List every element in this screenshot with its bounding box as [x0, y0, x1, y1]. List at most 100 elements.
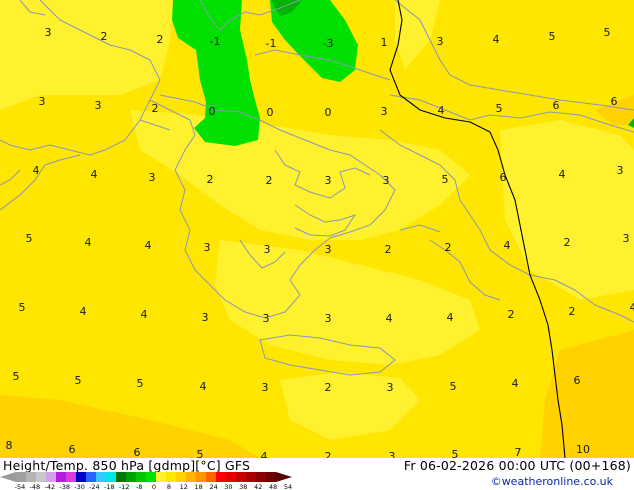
value-label: 3: [325, 243, 332, 256]
value-label: 4: [447, 311, 454, 324]
value-label: 3: [389, 450, 396, 458]
value-label: 4: [141, 308, 148, 321]
value-label: 2: [325, 381, 332, 394]
value-label: 0: [209, 105, 216, 118]
value-label: -1: [210, 35, 221, 48]
value-label: 4: [630, 301, 634, 314]
color-scale: -54 -48 -42 -38 -30 -24 -18 -12 -8 0 8 12 18 24 30 38 42…: [0, 472, 292, 490]
value-label: 2: [207, 173, 214, 186]
value-label: 2: [152, 102, 159, 115]
scale-tick-label: 30: [224, 483, 232, 490]
value-label: 5: [75, 374, 82, 387]
scale-tick-label: 48: [269, 483, 277, 490]
value-label: 3: [617, 164, 624, 177]
value-label: 2: [564, 236, 571, 249]
scale-tick-label: -30: [74, 483, 85, 490]
scale-tick-label: -12: [119, 483, 130, 490]
value-label: 6: [611, 95, 618, 108]
value-label: 2: [385, 243, 392, 256]
value-label: 3: [263, 312, 270, 325]
value-label: 2: [266, 174, 273, 187]
value-label: 4: [200, 380, 207, 393]
scale-tick-label: -54: [15, 483, 26, 490]
scale-tick-label: -48: [30, 483, 41, 490]
value-label: 3: [387, 381, 394, 394]
value-label: 4: [493, 33, 500, 46]
scale-tick-label: -38: [59, 483, 70, 490]
scale-tick-label: 42: [254, 483, 262, 490]
value-label: 5: [13, 370, 20, 383]
value-label: 5: [197, 448, 204, 458]
value-label: 2: [508, 308, 515, 321]
value-label: 8: [6, 439, 13, 452]
value-label: 4: [85, 236, 92, 249]
value-label: -1: [266, 37, 277, 50]
value-label: 3: [262, 381, 269, 394]
value-label: 5: [604, 26, 611, 39]
value-label: 3: [383, 174, 390, 187]
value-label: 6: [69, 443, 76, 456]
value-label: 3: [202, 311, 209, 324]
color-scale-ticks: -54 -48 -42 -38 -30 -24 -18 -12 -8 0 8 12 18 24 30 38 42…: [15, 483, 292, 490]
scale-tick-label: 8: [167, 483, 171, 490]
color-scale-right-arrow: [276, 472, 292, 482]
value-label: 3: [623, 232, 630, 245]
value-label: 4: [145, 239, 152, 252]
value-label: 4: [80, 305, 87, 318]
value-label: 4: [504, 239, 511, 252]
value-label: 2: [157, 33, 164, 46]
value-label: 6: [553, 99, 560, 112]
color-scale-left-arrow: [0, 472, 16, 482]
value-label: 3: [39, 95, 46, 108]
map-valid-date: Fr 06-02-2026 00:00 UTC (00+168): [403, 458, 631, 473]
value-label: 2: [101, 30, 108, 43]
scale-tick-label: 0: [152, 483, 156, 490]
value-label: 2: [445, 241, 452, 254]
value-label: 3: [264, 243, 271, 256]
scale-tick-label: 12: [180, 483, 188, 490]
value-label: 2: [325, 450, 332, 458]
value-label: 7: [515, 446, 522, 458]
scale-tick-label: 38: [239, 483, 247, 490]
value-label: 5: [496, 102, 503, 115]
value-label: 6: [574, 374, 581, 387]
value-label: 6: [500, 171, 507, 184]
value-label: 5: [442, 173, 449, 186]
value-label: -3: [323, 37, 334, 50]
value-label: 2: [569, 305, 576, 318]
value-label: 3: [381, 105, 388, 118]
scale-tick-label: 18: [195, 483, 203, 490]
value-label: 4: [559, 168, 566, 181]
value-label: 4: [33, 164, 40, 177]
value-label: 4: [261, 450, 268, 458]
value-label: 3: [45, 26, 52, 39]
value-label: 4: [91, 168, 98, 181]
value-label: 1: [381, 36, 388, 49]
value-label: 0: [267, 106, 274, 119]
value-label: 3: [437, 35, 444, 48]
value-label: 10: [576, 443, 590, 456]
scale-tick-label: -24: [89, 483, 100, 490]
scale-tick-label: -18: [104, 483, 115, 490]
value-label: 4: [438, 104, 445, 117]
value-label: 5: [549, 30, 556, 43]
value-label: 5: [137, 377, 144, 390]
value-label: 5: [26, 232, 33, 245]
value-label: 4: [512, 377, 519, 390]
value-label: 3: [149, 171, 156, 184]
value-label: 3: [325, 174, 332, 187]
value-label: 3: [95, 99, 102, 112]
value-label: 0: [325, 106, 332, 119]
scale-tick-label: -8: [136, 483, 142, 490]
scale-tick-label: 54: [284, 483, 292, 490]
footer-bar: Height/Temp. 850 hPa [gdmp][°C] GFS Fr 0…: [0, 458, 634, 490]
value-label: 5: [452, 448, 459, 458]
value-label: 3: [325, 312, 332, 325]
value-label: 4: [386, 312, 393, 325]
scale-tick-label: -42: [44, 483, 55, 490]
credit-text: ©weatheronline.co.uk: [490, 475, 613, 488]
temperature-map: 3 2 2 -1 -1 -3 1 3 4 5 5 3 3 2 0 0 0 3 4 5 6 6 4 4 3 2 2 3 3 5 6 4 3 5 4 4 3…: [0, 0, 634, 458]
value-label: 6: [134, 446, 141, 458]
value-label: 5: [19, 301, 26, 314]
value-label: 3: [204, 241, 211, 254]
